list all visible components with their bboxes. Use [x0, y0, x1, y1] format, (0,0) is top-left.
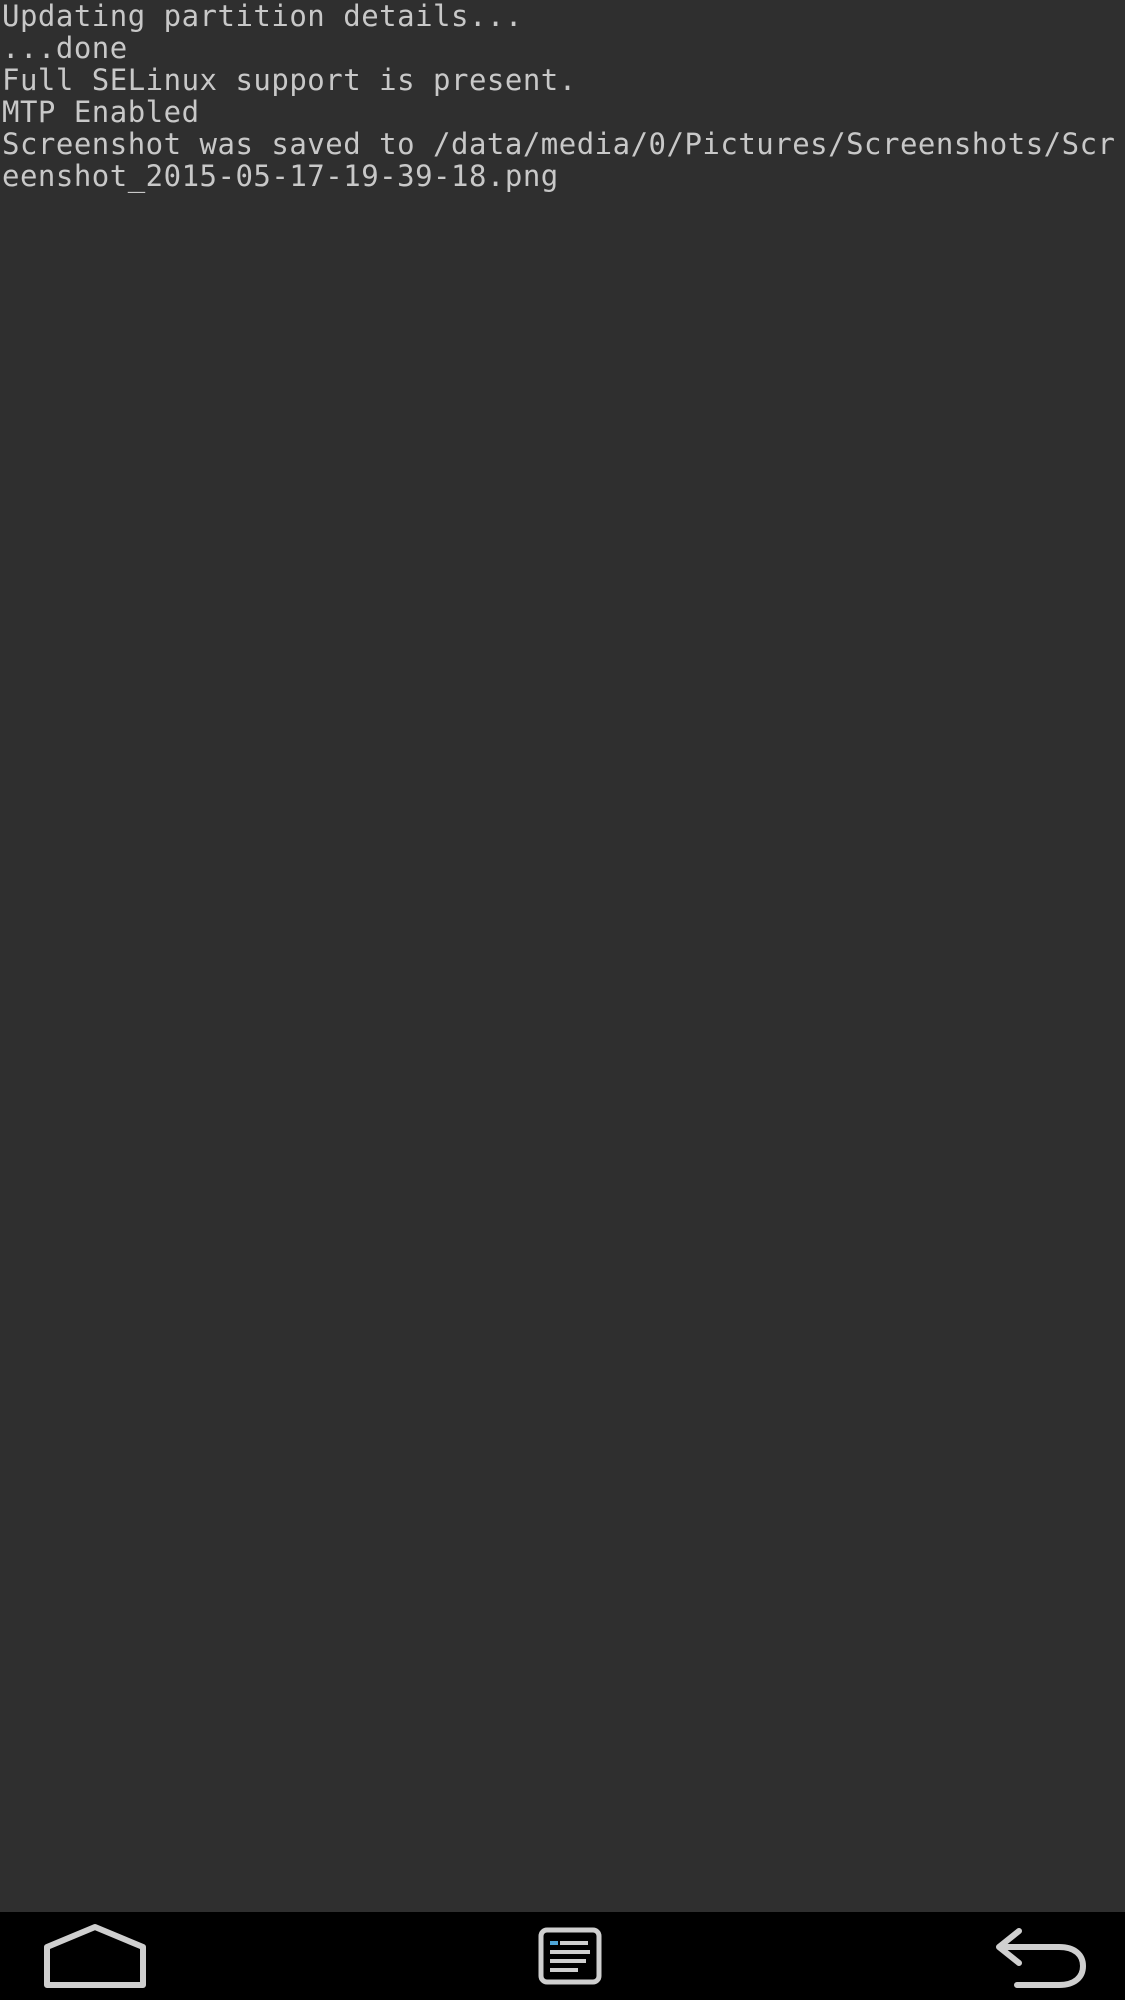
recovery-screen: Updating partition details... ...done Fu… — [0, 0, 1125, 2000]
home-icon — [44, 1924, 146, 1988]
console-line: MTP Enabled — [2, 95, 200, 129]
navigation-bar — [0, 1912, 1125, 2000]
console-log-icon — [538, 1927, 602, 1985]
console-button[interactable] — [500, 1912, 640, 2000]
back-button[interactable] — [960, 1912, 1110, 2000]
console-line: ...done — [2, 31, 128, 65]
console-line: Full SELinux support is present. — [2, 63, 577, 97]
console-line: Screenshot was saved to /data/media/0/Pi… — [2, 127, 1116, 161]
console-log: Updating partition details... ...done Fu… — [0, 0, 1125, 1912]
console-line: eenshot_2015-05-17-19-39-18.png — [2, 159, 559, 193]
back-arrow-icon — [996, 1928, 1086, 1988]
console-line: Updating partition details... — [2, 0, 523, 33]
home-button[interactable] — [20, 1912, 170, 2000]
